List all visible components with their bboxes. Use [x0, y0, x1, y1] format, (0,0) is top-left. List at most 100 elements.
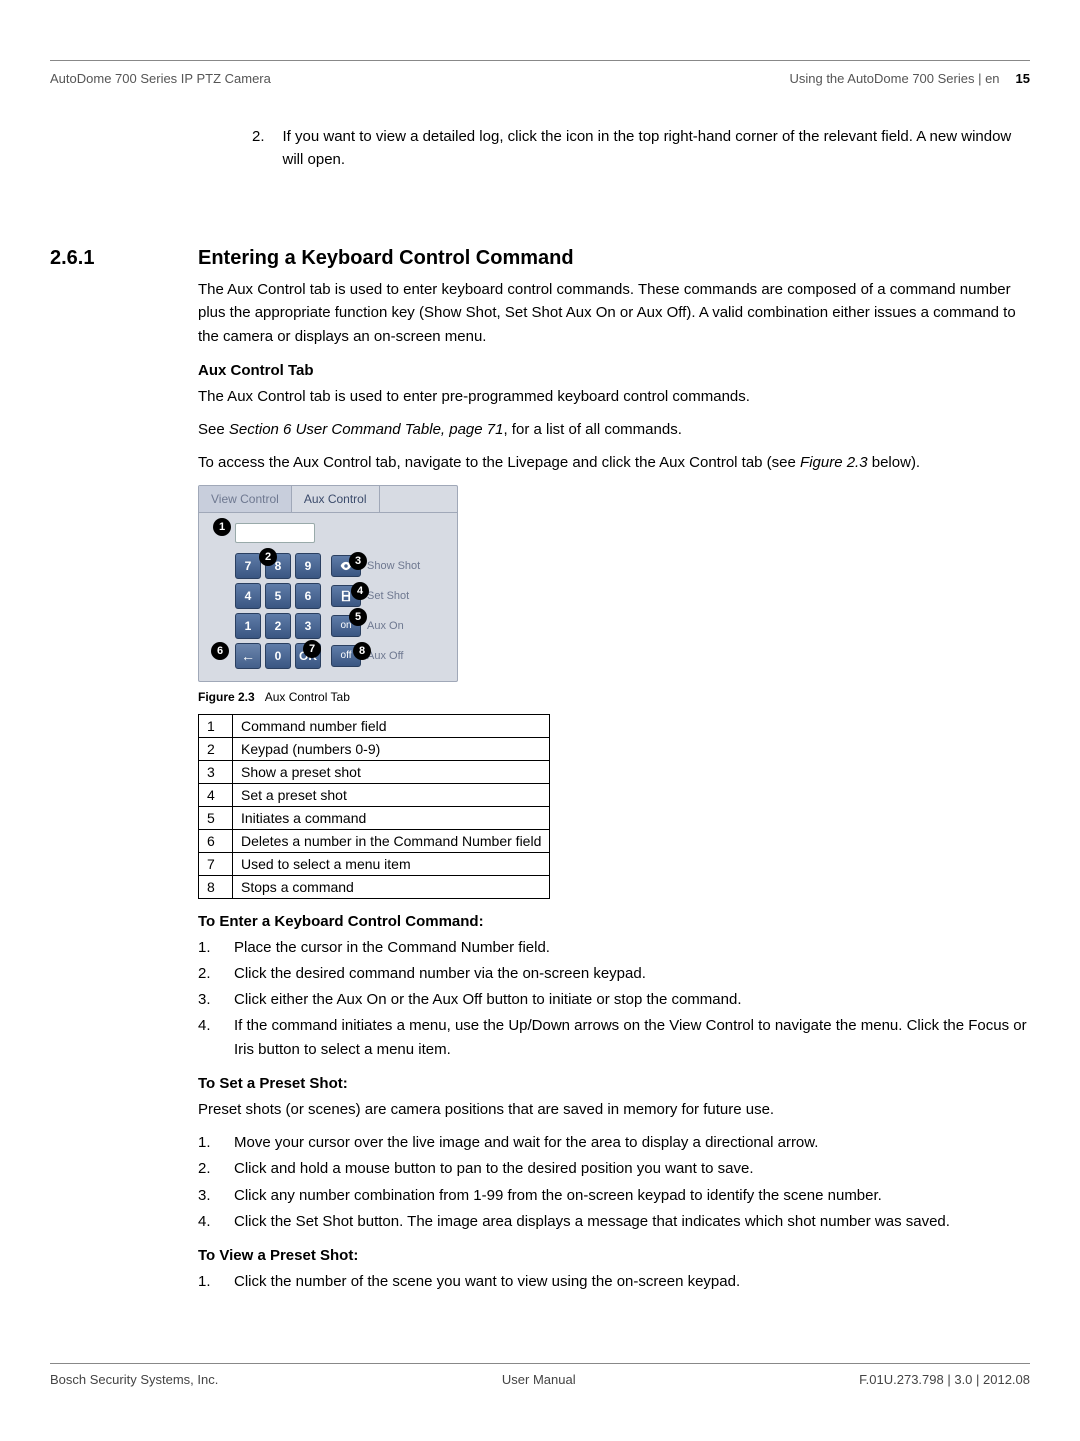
callout-8: 8 — [353, 642, 371, 660]
key-back[interactable]: ← — [235, 643, 261, 669]
aux-p2-em: Section 6 User Command Table, page 71 — [229, 421, 504, 438]
step-text: Place the cursor in the Command Number f… — [234, 936, 550, 959]
command-number-field[interactable] — [235, 523, 315, 543]
show-shot-row: Show Shot — [331, 553, 420, 579]
aux-control-panel: View Control Aux Control 7 8 9 4 5 6 1 2… — [198, 485, 458, 682]
key-7[interactable]: 7 — [235, 553, 261, 579]
step-text: Click the desired command number via the… — [234, 962, 646, 985]
key-1[interactable]: 1 — [235, 613, 261, 639]
figure-caption-text: Aux Control Tab — [265, 690, 350, 704]
table-cell-num: 6 — [199, 829, 233, 852]
list-item: 1. Click the number of the scene you want… — [198, 1270, 1030, 1293]
step-text: Click any number combination from 1-99 f… — [234, 1184, 882, 1207]
table-cell-num: 4 — [199, 783, 233, 806]
table-cell-desc: Stops a command — [233, 875, 550, 898]
callout-6: 6 — [211, 642, 229, 660]
table-row: 7Used to select a menu item — [199, 852, 550, 875]
section-number: 2.6.1 — [50, 247, 180, 1303]
left-spacer-1 — [50, 126, 180, 199]
set-shot-label: Set Shot — [367, 590, 409, 602]
table-row: 5Initiates a command — [199, 806, 550, 829]
callout-4: 4 — [351, 582, 369, 600]
step-number: 2. — [198, 1157, 216, 1180]
section-title: Entering a Keyboard Control Command — [198, 247, 1030, 270]
list-item: 3.Click either the Aux On or the Aux Off… — [198, 988, 1030, 1011]
table-cell-desc: Set a preset shot — [233, 783, 550, 806]
key-5[interactable]: 5 — [265, 583, 291, 609]
content-grid: 2. If you want to view a detailed log, c… — [50, 126, 1030, 1303]
enter-cmd-steps: 1. Place the cursor in the Command Number… — [198, 936, 1030, 1061]
keypad-area: 7 8 9 4 5 6 1 2 3 ← 0 OK — [199, 547, 457, 681]
set-shot-heading: To Set a Preset Shot: — [198, 1075, 1030, 1092]
aux-p2: See Section 6 User Command Table, page 7… — [198, 418, 1030, 441]
key-9[interactable]: 9 — [295, 553, 321, 579]
list-item: 4. If the command initiates a menu, use t… — [198, 1014, 1030, 1061]
table-cell-num: 5 — [199, 806, 233, 829]
callout-1: 1 — [213, 518, 231, 536]
step-text: Click the number of the scene you want t… — [234, 1270, 740, 1293]
callout-7: 7 — [303, 640, 321, 658]
table-row: 2Keypad (numbers 0-9) — [199, 737, 550, 760]
step-number: 1. — [198, 936, 216, 959]
table-row: 3Show a preset shot — [199, 760, 550, 783]
footer-center: User Manual — [502, 1372, 576, 1387]
header-section: Using the AutoDome 700 Series | en — [789, 71, 999, 86]
table-cell-desc: Command number field — [233, 714, 550, 737]
aux-on-row: on Aux On — [331, 613, 420, 639]
aux-p3-post: below). — [868, 454, 921, 471]
callout-2: 2 — [259, 548, 277, 566]
enter-cmd-heading: To Enter a Keyboard Control Command: — [198, 913, 1030, 930]
aux-p3-pre: To access the Aux Control tab, navigate … — [198, 454, 800, 471]
running-header: AutoDome 700 Series IP PTZ Camera Using … — [50, 71, 1030, 86]
table-cell-num: 7 — [199, 852, 233, 875]
table-cell-desc: Deletes a number in the Command Number f… — [233, 829, 550, 852]
view-shot-heading: To View a Preset Shot: — [198, 1247, 1030, 1264]
section-para: The Aux Control tab is used to enter key… — [198, 278, 1030, 348]
key-3[interactable]: 3 — [295, 613, 321, 639]
key-0[interactable]: 0 — [265, 643, 291, 669]
callout-3: 3 — [349, 552, 367, 570]
reference-table: 1Command number field 2Keypad (numbers 0… — [198, 714, 550, 899]
tab-view-control[interactable]: View Control — [199, 486, 292, 512]
aux-p3: To access the Aux Control tab, navigate … — [198, 451, 1030, 474]
header-right: Using the AutoDome 700 Series | en 15 — [789, 71, 1030, 86]
aux-p3-em: Figure 2.3 — [800, 454, 868, 471]
table-cell-desc: Keypad (numbers 0-9) — [233, 737, 550, 760]
step-text: Move your cursor over the live image and… — [234, 1131, 818, 1154]
list-item: 1. Place the cursor in the Command Number… — [198, 936, 1030, 959]
step-number: 1. — [198, 1270, 216, 1293]
figure-label: Figure 2.3 — [198, 690, 255, 704]
section-body: Entering a Keyboard Control Command The … — [198, 247, 1030, 1303]
step-number: 4. — [198, 1014, 216, 1061]
table-cell-desc: Used to select a menu item — [233, 852, 550, 875]
aux-p2-pre: See — [198, 421, 229, 438]
tab-aux-control[interactable]: Aux Control — [292, 486, 380, 512]
step-number: 2. — [198, 962, 216, 985]
step-number: 3. — [198, 1184, 216, 1207]
figure-caption: Figure 2.3 Aux Control Tab — [198, 690, 1030, 704]
header-rule — [50, 60, 1030, 61]
aux-on-label: Aux On — [367, 620, 404, 632]
key-4[interactable]: 4 — [235, 583, 261, 609]
footer-rule — [50, 1363, 1030, 1364]
key-2[interactable]: 2 — [265, 613, 291, 639]
aux-off-row: off Aux Off — [331, 643, 420, 669]
table-cell-num: 3 — [199, 760, 233, 783]
step-text: Click either the Aux On or the Aux Off b… — [234, 988, 742, 1011]
footer-right: F.01U.273.798 | 3.0 | 2012.08 — [859, 1372, 1030, 1387]
aux-p1: The Aux Control tab is used to enter pre… — [198, 385, 1030, 408]
set-shot-row: Set Shot — [331, 583, 420, 609]
intro-step-number: 2. — [252, 126, 265, 171]
step-text: If the command initiates a menu, use the… — [234, 1014, 1030, 1061]
table-row: 1Command number field — [199, 714, 550, 737]
list-item: 2. Click the desired command number via t… — [198, 962, 1030, 985]
view-shot-steps: 1. Click the number of the scene you want… — [198, 1270, 1030, 1293]
show-shot-label: Show Shot — [367, 560, 420, 572]
panel-tabs: View Control Aux Control — [199, 486, 457, 513]
page-footer: Bosch Security Systems, Inc. User Manual… — [50, 1372, 1030, 1387]
callout-5: 5 — [349, 608, 367, 626]
footer-left: Bosch Security Systems, Inc. — [50, 1372, 218, 1387]
intro-step: 2. If you want to view a detailed log, c… — [252, 126, 1030, 171]
table-row: 4Set a preset shot — [199, 783, 550, 806]
key-6[interactable]: 6 — [295, 583, 321, 609]
